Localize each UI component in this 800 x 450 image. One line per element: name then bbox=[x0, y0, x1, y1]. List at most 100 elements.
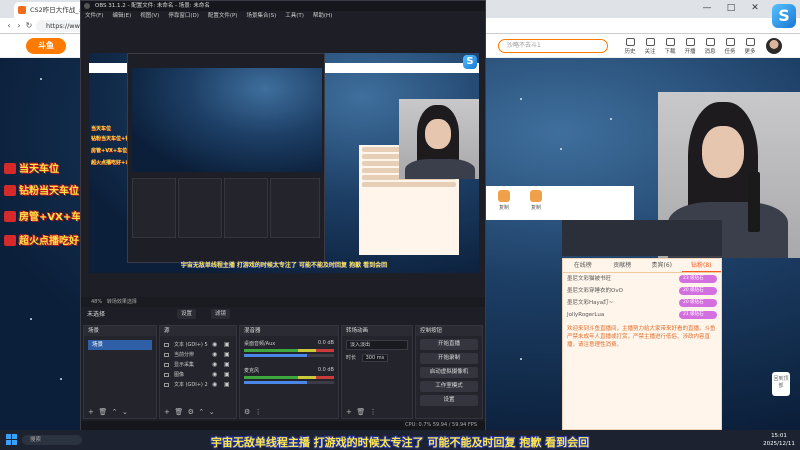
start-streaming-button[interactable]: 开始直播 bbox=[420, 339, 478, 350]
duration-row: 时长 300 ms bbox=[346, 354, 408, 362]
more-icon[interactable]: ⋮ bbox=[255, 408, 262, 416]
cam-face bbox=[702, 126, 744, 178]
list-item[interactable]: 墨尼文彩Haya訂~ 20 级钻石 bbox=[563, 297, 721, 309]
settings-button[interactable]: 设置 bbox=[177, 309, 197, 319]
add-icon[interactable]: + bbox=[164, 408, 170, 416]
eye-icon[interactable]: ◉ bbox=[212, 340, 217, 350]
message-icon bbox=[705, 38, 715, 46]
menu-tools[interactable]: 工具(T) bbox=[285, 11, 304, 21]
cam-face bbox=[425, 119, 451, 149]
tab-vip[interactable]: 贵宾(6) bbox=[642, 259, 682, 272]
gear-icon[interactable]: ⚙ bbox=[188, 408, 194, 416]
eye-icon[interactable]: ◉ bbox=[212, 370, 217, 380]
controls-dock: 控制按钮 开始直播 开始录制 启动虚拟摄像机 工作室模式 设置 bbox=[415, 325, 483, 419]
tab-diamond-fans[interactable]: 钻粉(8) bbox=[681, 259, 721, 272]
douyu-logo[interactable]: 斗鱼 bbox=[26, 38, 66, 54]
maximize-icon[interactable]: □ bbox=[724, 2, 738, 14]
source-item[interactable]: 显示采集 ◉ ▣ bbox=[160, 360, 236, 370]
down-icon[interactable]: ⌄ bbox=[209, 408, 215, 416]
menu-file[interactable]: 文件(F) bbox=[85, 11, 103, 21]
gift-icon bbox=[530, 190, 542, 202]
chat-notice: 欢迎来到斗鱼直播间，主播努力给大家带来好看的直播。斗鱼严禁未成年人直播或打赏，严… bbox=[567, 326, 716, 348]
menu-view[interactable]: 视图(V) bbox=[140, 11, 159, 21]
refresh-icon[interactable]: ↻ bbox=[24, 20, 34, 32]
car-icon bbox=[4, 163, 16, 174]
more-button[interactable]: 更多 bbox=[740, 37, 760, 57]
avatar[interactable] bbox=[766, 38, 782, 54]
follow-button[interactable]: 关注 bbox=[640, 37, 660, 57]
task-button[interactable]: 任务 bbox=[720, 37, 740, 57]
eye-icon[interactable]: ◉ bbox=[212, 360, 217, 370]
lock-icon[interactable]: ▣ bbox=[224, 380, 230, 390]
menu-docks[interactable]: 停靠窗口(D) bbox=[168, 11, 199, 21]
volume-meter bbox=[244, 349, 334, 352]
lock-icon[interactable]: ▣ bbox=[224, 370, 230, 380]
history-button[interactable]: 历史 bbox=[620, 37, 640, 57]
gift-item[interactable]: 复制 bbox=[492, 190, 516, 216]
heart-icon bbox=[645, 38, 655, 46]
volume-slider[interactable] bbox=[244, 381, 334, 384]
lock-icon[interactable]: ▣ bbox=[224, 340, 230, 350]
start-recording-button[interactable]: 开始录制 bbox=[420, 353, 478, 364]
download-button[interactable]: 下载 bbox=[660, 37, 680, 57]
gear-icon[interactable]: ⚙ bbox=[244, 408, 250, 416]
duration-input[interactable]: 300 ms bbox=[361, 354, 389, 362]
add-icon[interactable]: + bbox=[346, 408, 352, 416]
gift-item[interactable]: 复制 bbox=[524, 190, 548, 216]
menu-edit[interactable]: 编辑(E) bbox=[112, 11, 131, 21]
obs-preview[interactable]: 当天车位 钻粉当天车位+钻粉群 房管+VX+车位 超火点播吃好+以上 S 宇宙无… bbox=[89, 53, 479, 273]
forward-icon[interactable]: › bbox=[14, 20, 24, 32]
studio-mode-button[interactable]: 工作室模式 bbox=[420, 381, 478, 392]
menu-scene-collection[interactable]: 场景集合(S) bbox=[246, 11, 276, 21]
eye-icon[interactable]: ◉ bbox=[212, 350, 217, 360]
list-item[interactable]: 墨尼文彩猫被书旺 23 级钻石 bbox=[563, 273, 721, 285]
minimize-icon[interactable]: — bbox=[700, 2, 714, 14]
site-search-input[interactable]: 沙略不去斗1 bbox=[498, 39, 608, 53]
snow-flake bbox=[60, 378, 62, 380]
source-item[interactable]: 当前分辨 ◉ ▣ bbox=[160, 350, 236, 360]
add-icon[interactable]: + bbox=[88, 408, 94, 416]
transition-select[interactable]: 淡入淡出 bbox=[346, 340, 408, 350]
level-badge: 20 级钻石 bbox=[679, 299, 717, 307]
source-item[interactable]: 图像 ◉ ▣ bbox=[160, 370, 236, 380]
down-icon[interactable]: ⌄ bbox=[122, 408, 128, 416]
up-icon[interactable]: ⌃ bbox=[198, 408, 204, 416]
controls-settings-button[interactable]: 设置 bbox=[420, 395, 478, 406]
eye-icon[interactable]: ◉ bbox=[212, 380, 217, 390]
list-item[interactable]: 墨尼文彩穿睡衣的OvO 20 级钻石 bbox=[563, 285, 721, 297]
source-item[interactable]: 文本 (GDI+) 2 ◉ ▣ bbox=[160, 380, 236, 390]
remove-icon[interactable]: 🗑 bbox=[356, 408, 365, 416]
menu-profile[interactable]: 配置文件(P) bbox=[208, 11, 238, 21]
nested-obs-window bbox=[127, 53, 325, 263]
lock-icon[interactable]: ▣ bbox=[224, 350, 230, 360]
gift-bar: 复制 复制 bbox=[484, 186, 634, 220]
lock-icon[interactable]: ▣ bbox=[224, 360, 230, 370]
tab-contribution[interactable]: 贡献榜 bbox=[603, 259, 643, 272]
mixer-channel: 桌面音频/Aux 0.0 dB bbox=[244, 340, 334, 357]
back-to-top-button[interactable]: 回到顶部 bbox=[772, 372, 790, 396]
back-icon[interactable]: ‹ bbox=[4, 20, 14, 32]
close-icon[interactable]: ✕ bbox=[748, 2, 762, 14]
broadcast-button[interactable]: 开播 bbox=[680, 37, 700, 57]
header-icons: 历史 关注 下载 开播 消息 任务 更多 bbox=[620, 37, 760, 57]
message-button[interactable]: 消息 bbox=[700, 37, 720, 57]
source-item[interactable]: 文本 (GDI+) 5 ◉ ▣ bbox=[160, 340, 236, 350]
nested-overlay-line: 房管+VX+车位 bbox=[91, 148, 128, 154]
remove-icon[interactable]: 🗑 bbox=[98, 408, 107, 416]
nested-webcam bbox=[399, 99, 479, 179]
list-item[interactable]: JollyRogerLua 21 级钻石 bbox=[563, 309, 721, 321]
nested-overlay-line: 当天车位 bbox=[91, 126, 112, 132]
menu-help[interactable]: 帮助(H) bbox=[313, 11, 332, 21]
filters-button[interactable]: 滤镜 bbox=[211, 309, 231, 319]
dock-title: 控制按钮 bbox=[416, 326, 482, 336]
remove-icon[interactable]: 🗑 bbox=[174, 408, 183, 416]
tab-online[interactable]: 在线榜 bbox=[563, 259, 603, 272]
up-icon[interactable]: ⌃ bbox=[112, 408, 118, 416]
volume-slider[interactable] bbox=[244, 354, 334, 357]
scene-item[interactable]: 场景 bbox=[88, 340, 152, 350]
more-icon[interactable]: ⋮ bbox=[370, 408, 377, 416]
virtual-camera-button[interactable]: 启动虚拟摄像机 bbox=[420, 367, 478, 378]
obs-window: OBS 31.1.2 - 配置文件: 未命名 - 场景: 未命名 文件(F) 编… bbox=[80, 0, 486, 430]
image-icon bbox=[164, 373, 169, 377]
transitions-dock: 转场动画 淡入淡出 时长 300 ms + 🗑 ⋮ bbox=[341, 325, 413, 419]
